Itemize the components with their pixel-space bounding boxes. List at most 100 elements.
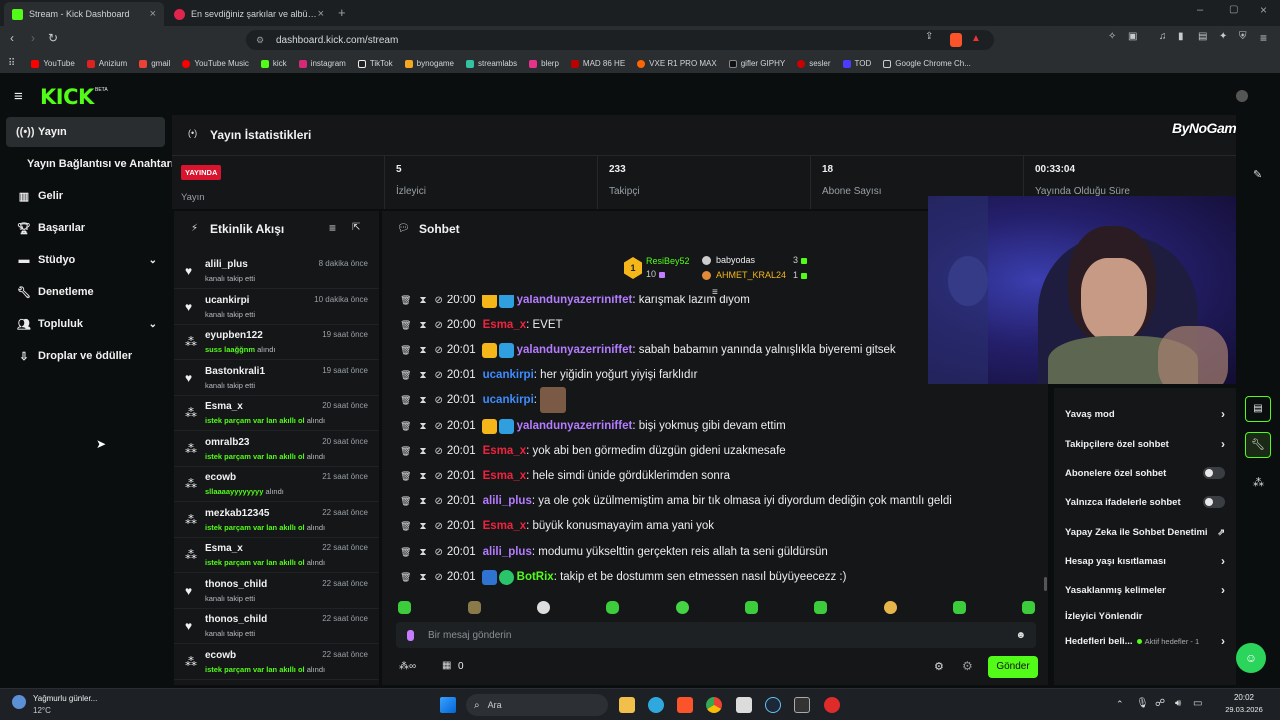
emotes-only-toggle[interactable] [1203, 496, 1225, 508]
chat-message[interactable]: 🗑︎ ⧗ ⊘ 20:01 alili_plus: ya ole çok üzülmemi… [400, 490, 952, 512]
activity-event[interactable]: ⁂ Esma_x 20 saat önce istek parçam var lan … [174, 395, 379, 431]
bookmark-item[interactable]: MAD 86 HE [570, 59, 625, 68]
chat-message[interactable]: 🗑︎ ⧗ ⊘ 20:01 ucankirpi: [400, 387, 567, 413]
back-icon[interactable]: ‹ [10, 31, 14, 45]
delete-message-icon[interactable]: 🗑︎ [400, 471, 411, 482]
tray-chevron-up-icon[interactable]: ⌃ [1116, 699, 1124, 710]
wallet-icon[interactable]: ▤ [1198, 31, 1207, 42]
ban-icon[interactable]: ⊘ [434, 345, 442, 356]
activity-event[interactable]: ⁂ Esma_x 22 saat önce istek parçam var lan … [174, 537, 379, 573]
ban-icon[interactable]: ⊘ [434, 295, 442, 306]
timeout-icon[interactable]: ⧗ [419, 395, 426, 406]
layout-icon[interactable]: ▤ [1245, 396, 1271, 422]
gifter-name[interactable]: babyodas [716, 255, 755, 265]
emote-icon[interactable] [1022, 601, 1035, 614]
activity-event[interactable]: ⁂ mezkab12345 22 saat önce istek parçam var… [174, 502, 379, 538]
bookmark-item[interactable]: VXE R1 PRO MAX [637, 59, 717, 68]
message-username[interactable]: Esma_x [483, 520, 526, 532]
activity-event[interactable]: ⁂ eyupben122 19 saat önce suss laağğnm alın… [174, 324, 379, 360]
message-username[interactable]: ucankirpi [483, 394, 534, 406]
screenshot-icon[interactable]: ▣ [1128, 31, 1137, 42]
timeout-icon[interactable]: ⧗ [419, 370, 426, 381]
reload-icon[interactable]: ↻ [48, 31, 58, 45]
volume-icon[interactable]: 🔊︎ [1175, 698, 1181, 709]
subscribers-only-toggle[interactable] [1203, 467, 1225, 479]
chat-message[interactable]: 🗑︎ ⧗ ⊘ 20:01 yalandunyazerriniffet: sabah ba… [400, 339, 896, 361]
chat-message[interactable]: 🗑︎ ⧗ ⊘ 20:01 yalandunyazerriniffet: bişi yok… [400, 415, 786, 437]
delete-message-icon[interactable]: 🗑︎ [400, 547, 411, 558]
emote-icon[interactable] [884, 601, 897, 614]
activity-event[interactable]: ⁂ omralb23 20 saat önce istek parçam var la… [174, 431, 379, 467]
delete-message-icon[interactable]: 🗑︎ [400, 421, 411, 432]
timeout-icon[interactable]: ⧗ [419, 471, 426, 482]
timeout-icon[interactable]: ⧗ [419, 345, 426, 356]
bookmark-item[interactable]: Google Chrome Ch... [883, 59, 971, 68]
setting-account-age[interactable]: Hesap yaşı kısıtlaması › [1065, 551, 1225, 571]
activity-event[interactable]: ♥ thonos_child 22 saat önce kanalı takip et… [174, 608, 379, 644]
send-button[interactable]: Gönder [988, 656, 1038, 678]
chat-message[interactable]: 🗑︎ ⧗ ⊘ 20:01 ucankirpi: her yiğidin yoğurt y… [400, 364, 697, 386]
timeout-icon[interactable]: ⧗ [419, 496, 426, 507]
recorder-icon[interactable] [824, 697, 840, 713]
chat-input-field[interactable]: Bir mesaj gönderin ☻ [396, 622, 1036, 648]
sidebar-item-stream-key[interactable]: Yayın Bağlantısı ve Anahtarı [6, 149, 176, 179]
chat-message[interactable]: 🗑︎ ⧗ ⊘ 20:01 Esma_x: büyük konusmayayim ama … [400, 515, 714, 537]
event-username[interactable]: ucankirpi [205, 295, 249, 306]
event-username[interactable]: thonos_child [205, 579, 267, 590]
message-username[interactable]: Esma_x [483, 319, 526, 331]
bookmark-item[interactable]: blerp [529, 59, 559, 68]
event-username[interactable]: Esma_x [205, 401, 243, 412]
timeout-icon[interactable]: ⧗ [419, 521, 426, 532]
brave-rewards-icon[interactable]: ▲ [971, 33, 981, 44]
ban-icon[interactable]: ⊘ [434, 521, 442, 532]
top-gifter-name[interactable]: ResiBey52 [646, 256, 690, 266]
event-username[interactable]: ecowb [205, 472, 236, 483]
menu-icon[interactable]: ≡ [1260, 31, 1267, 45]
ban-icon[interactable]: ⊘ [434, 496, 442, 507]
event-username[interactable]: Esma_x [205, 543, 243, 554]
emote-icon[interactable] [398, 601, 411, 614]
filter-icon[interactable]: ≡ [329, 221, 336, 235]
chat-scrollbar[interactable] [1044, 577, 1047, 591]
activity-event[interactable]: ♥ Bastonkrali1 19 saat önce kanalı takip et… [174, 360, 379, 396]
timeout-icon[interactable]: ⧗ [419, 446, 426, 457]
delete-message-icon[interactable]: 🗑︎ [400, 496, 411, 507]
sidebar-item-gelir[interactable]: ▥ Gelir [6, 181, 165, 211]
ban-icon[interactable]: ⊘ [434, 471, 442, 482]
delete-message-icon[interactable]: 🗑︎ [400, 572, 411, 583]
minimize-icon[interactable]: – [1197, 4, 1203, 16]
bookmark-item[interactable]: Anizium [86, 59, 127, 68]
ban-icon[interactable]: ⊘ [434, 395, 442, 406]
chrome-icon[interactable] [706, 697, 722, 713]
tab-kick-dashboard[interactable]: Stream - Kick Dashboard × [4, 2, 164, 26]
timeout-icon[interactable]: ⧗ [419, 320, 426, 331]
emote-icon[interactable] [537, 601, 550, 614]
epic-games-icon[interactable] [794, 697, 810, 713]
moderation-settings-icon[interactable]: ⚙ [962, 659, 973, 673]
bookmark-item[interactable]: TOD [842, 59, 871, 68]
sidebar-item-denetleme[interactable]: 🔧︎ Denetleme [6, 277, 165, 307]
file-explorer-icon[interactable] [619, 697, 635, 713]
bookmark-item[interactable]: TikTok [357, 59, 393, 68]
sidebar-item-yayin[interactable]: ((•)) Yayın [6, 117, 165, 147]
clock-date[interactable]: 29.03.2026 [1219, 705, 1269, 714]
start-icon[interactable] [440, 697, 456, 713]
delete-message-icon[interactable]: 🗑︎ [400, 395, 411, 406]
emote-icon[interactable] [814, 601, 827, 614]
vpn-icon[interactable]: ⛨ [1239, 31, 1247, 42]
weather-text[interactable]: Yağmurlu günler... [33, 694, 97, 703]
activity-event[interactable]: ⁂ ecowb 21 saat önce sllaaaayyyyyyyy alındı [174, 466, 379, 502]
bookmark-item[interactable]: streamlabs [466, 59, 517, 68]
popout-icon[interactable]: ⇱ [352, 222, 360, 233]
delete-message-icon[interactable]: 🗑︎ [400, 446, 411, 457]
setting-subscribers-only[interactable]: Abonelere özel sohbet [1065, 463, 1225, 483]
delete-message-icon[interactable]: 🗑︎ [400, 320, 411, 331]
chat-message[interactable]: 🗑︎ ⧗ ⊘ 20:01 BotRix: takip et be dostumm sen… [400, 566, 846, 588]
bookmark-item[interactable]: YouTube Music [182, 59, 249, 68]
bookmark-item[interactable]: YouTube [31, 59, 75, 68]
bookmark-item[interactable]: kick [260, 59, 287, 68]
chat-message[interactable]: 🗑︎ ⧗ ⊘ 20:01 alili_plus: modumu yükselttin g… [400, 541, 828, 563]
emote-icon[interactable] [468, 601, 481, 614]
sidebar-item-studyo[interactable]: ▬ Stüdyo ⌄ [6, 245, 165, 275]
steam-icon[interactable] [765, 697, 781, 713]
